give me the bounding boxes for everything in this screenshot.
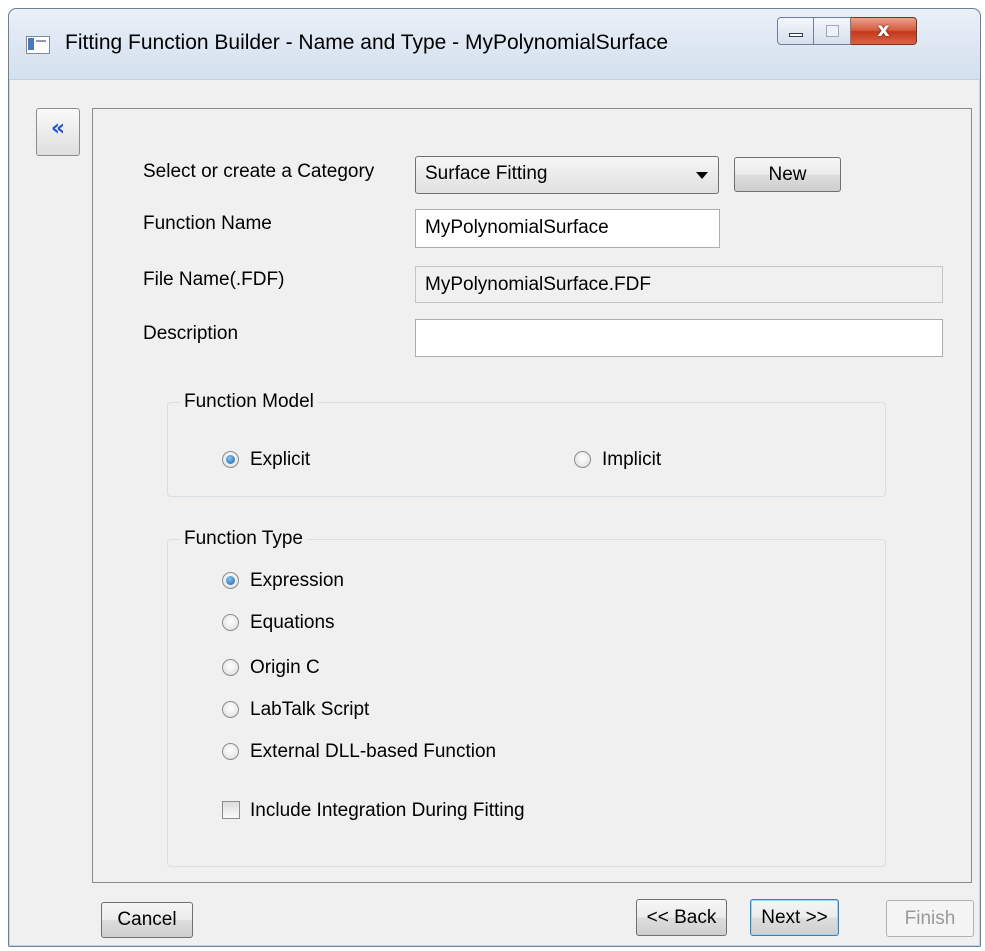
finish-button[interactable]: Finish bbox=[886, 900, 974, 937]
title-bar[interactable]: Fitting Function Builder - Name and Type… bbox=[9, 9, 980, 80]
name-and-type-panel: Select or create a Category Surface Fitt… bbox=[92, 108, 972, 883]
radio-checked-icon bbox=[222, 572, 239, 589]
close-icon: x bbox=[877, 19, 890, 41]
radio-unchecked-icon bbox=[222, 614, 239, 631]
maximize-button[interactable] bbox=[814, 17, 851, 45]
collapse-panel-button[interactable]: « bbox=[36, 108, 80, 156]
radio-implicit-label: Implicit bbox=[602, 449, 662, 470]
function-model-legend: Function Model bbox=[180, 391, 318, 413]
function-type-legend: Function Type bbox=[180, 528, 308, 550]
back-button[interactable]: << Back bbox=[636, 899, 727, 936]
radio-origin-c-label: Origin C bbox=[250, 657, 320, 678]
chevron-down-icon bbox=[696, 172, 708, 179]
double-chevron-left-icon: « bbox=[50, 116, 66, 141]
radio-unchecked-icon bbox=[574, 451, 591, 468]
function-name-label: Function Name bbox=[143, 213, 272, 234]
next-button[interactable]: Next >> bbox=[750, 899, 839, 936]
radio-unchecked-icon bbox=[222, 743, 239, 760]
file-name-field: MyPolynomialSurface.FDF bbox=[415, 266, 943, 303]
radio-unchecked-icon bbox=[222, 701, 239, 718]
radio-external-dll-label: External DLL-based Function bbox=[250, 741, 497, 762]
minimize-button[interactable] bbox=[777, 17, 814, 45]
maximize-icon bbox=[826, 25, 839, 37]
function-type-group: Function Type Expression Equations Origi… bbox=[167, 528, 886, 867]
radio-equations-label: Equations bbox=[250, 612, 335, 633]
new-category-button[interactable]: New bbox=[734, 157, 841, 192]
description-input[interactable] bbox=[415, 319, 943, 357]
file-name-label: File Name(.FDF) bbox=[143, 269, 285, 290]
function-model-group: Function Model Explicit Implicit bbox=[167, 391, 886, 497]
radio-labtalk-script-label: LabTalk Script bbox=[250, 699, 370, 720]
radio-checked-icon bbox=[222, 451, 239, 468]
category-dropdown[interactable]: Surface Fitting bbox=[415, 156, 719, 194]
fitting-function-builder-window: Fitting Function Builder - Name and Type… bbox=[8, 8, 981, 947]
include-integration-label: Include Integration During Fitting bbox=[250, 800, 525, 821]
function-name-input[interactable]: MyPolynomialSurface bbox=[415, 209, 720, 248]
window-title: Fitting Function Builder - Name and Type… bbox=[65, 31, 669, 54]
app-icon bbox=[26, 36, 50, 54]
category-dropdown-value: Surface Fitting bbox=[425, 163, 548, 184]
cancel-button[interactable]: Cancel bbox=[101, 902, 193, 938]
radio-explicit-label: Explicit bbox=[250, 449, 311, 470]
description-label: Description bbox=[143, 323, 239, 344]
checkbox-unchecked-icon bbox=[222, 801, 240, 819]
category-label: Select or create a Category bbox=[143, 161, 375, 182]
minimize-icon bbox=[789, 33, 803, 37]
close-button[interactable]: x bbox=[851, 17, 917, 45]
radio-unchecked-icon bbox=[222, 659, 239, 676]
radio-expression-label: Expression bbox=[250, 570, 344, 591]
